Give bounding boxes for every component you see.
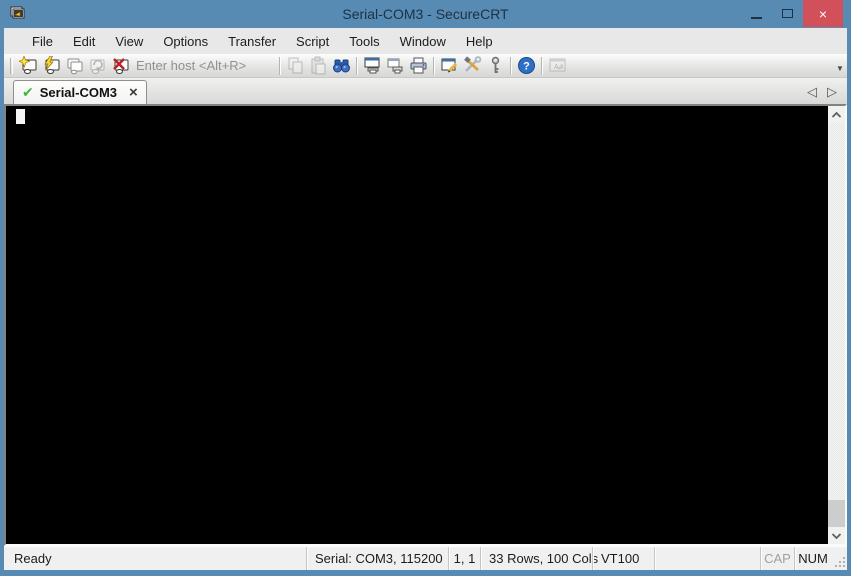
vertical-scrollbar[interactable] (828, 106, 845, 544)
connect-button[interactable] (40, 55, 63, 77)
statusbar: Ready Serial: COM3, 115200 1, 1 33 Rows,… (4, 546, 847, 570)
connect-in-tab-icon (67, 58, 83, 75)
svg-text:?: ? (523, 61, 530, 73)
titlebar[interactable]: Serial-COM3 - SecureCRT × (0, 0, 851, 28)
copy-icon (288, 57, 303, 74)
status-num-lock: NUM (794, 547, 831, 570)
chat-window-icon: A (549, 58, 566, 72)
tab-close-icon[interactable]: × (129, 85, 138, 100)
window-controls: × (741, 0, 843, 27)
toolbar-separator (356, 56, 358, 75)
auto-print-icon (387, 58, 403, 74)
menu-transfer[interactable]: Transfer (218, 29, 286, 54)
session-options-icon (441, 58, 458, 73)
toolbar-separator (279, 56, 281, 75)
session-connected-icon: ✔ (22, 84, 34, 100)
terminal-row (4, 104, 847, 546)
chevron-down-icon: ▼ (836, 64, 844, 73)
keygen-wizard-button[interactable] (484, 55, 507, 77)
paste-icon (311, 56, 326, 75)
menu-view[interactable]: View (105, 29, 153, 54)
maximize-icon (782, 9, 793, 18)
minimize-button[interactable] (741, 0, 772, 27)
svg-text:A: A (554, 64, 559, 71)
toolbar-grip[interactable] (10, 57, 13, 74)
find-icon (333, 59, 350, 73)
toolbar-separator (541, 56, 543, 75)
print-icon (410, 57, 427, 74)
menu-tools[interactable]: Tools (339, 29, 389, 54)
quick-connect-button[interactable] (17, 55, 40, 77)
menu-file[interactable]: File (22, 29, 63, 54)
toolbar-overflow-button[interactable]: ▼ (832, 59, 844, 74)
toolbar-separator (433, 56, 435, 75)
scrollbar-thumb[interactable] (828, 500, 845, 527)
keygen-wizard-icon (491, 56, 500, 73)
print-screen-button[interactable] (361, 55, 384, 77)
scroll-down-button[interactable] (828, 527, 845, 544)
status-emulation: VT100 (592, 547, 654, 570)
connect-icon (44, 56, 60, 74)
disconnect-icon (113, 58, 129, 74)
securecrt-window: Serial-COM3 - SecureCRT × File Edit View… (0, 0, 851, 576)
menubar: File Edit View Options Transfer Script T… (4, 28, 847, 54)
reconnect-button (86, 55, 109, 77)
global-options-button[interactable] (461, 55, 484, 77)
disconnect-button[interactable] (109, 55, 132, 77)
tab-serial-com3[interactable]: ✔ Serial-COM3 × (13, 80, 147, 104)
connect-in-tab-button[interactable] (63, 55, 86, 77)
window-title: Serial-COM3 - SecureCRT (342, 6, 509, 22)
chevron-up-icon (831, 111, 842, 118)
status-screen-size: 33 Rows, 100 Cols (480, 547, 598, 570)
status-caps-lock: CAP (760, 547, 794, 570)
close-button[interactable]: × (803, 0, 843, 27)
tabbar: ✔ Serial-COM3 × ◁ ▷ (4, 78, 847, 104)
close-icon: × (818, 5, 828, 22)
toolbar: ? A ▼ (4, 54, 847, 78)
reconnect-icon (90, 59, 105, 74)
menu-script[interactable]: Script (286, 29, 339, 54)
resize-grip-icon (834, 556, 845, 567)
global-options-icon (464, 56, 482, 72)
auto-print-button[interactable] (384, 55, 407, 77)
tab-scroll-right-icon[interactable]: ▷ (827, 84, 837, 100)
tab-label: Serial-COM3 (39, 85, 118, 100)
status-connection: Serial: COM3, 115200 (306, 547, 448, 570)
status-ready: Ready (14, 551, 52, 566)
paste-button (307, 55, 330, 77)
chat-window-button: A (546, 55, 569, 77)
tab-scroll-left-icon[interactable]: ◁ (807, 84, 817, 100)
terminal-screen[interactable] (6, 106, 828, 544)
tab-scrollers: ◁ ▷ (807, 84, 837, 100)
app-icon (10, 6, 25, 19)
minimize-icon (751, 16, 762, 19)
host-input[interactable] (132, 55, 276, 76)
status-blank (654, 547, 760, 570)
maximize-button[interactable] (772, 0, 803, 27)
toolbar-separator (510, 56, 512, 75)
find-button[interactable] (330, 55, 353, 77)
terminal-cursor (16, 109, 25, 124)
print-screen-icon (364, 57, 380, 74)
status-cursor-position: 1, 1 (448, 547, 480, 570)
menu-window[interactable]: Window (390, 29, 456, 54)
help-icon: ? (518, 57, 535, 74)
menu-edit[interactable]: Edit (63, 29, 105, 54)
menu-help[interactable]: Help (456, 29, 503, 54)
menu-options[interactable]: Options (153, 29, 218, 54)
copy-button (284, 55, 307, 77)
quick-connect-icon (19, 56, 37, 74)
scroll-up-button[interactable] (828, 106, 845, 123)
session-options-button[interactable] (438, 55, 461, 77)
print-button[interactable] (407, 55, 430, 77)
resize-grip[interactable] (831, 547, 847, 570)
chevron-down-icon (831, 532, 842, 539)
help-button[interactable]: ? (515, 55, 538, 77)
